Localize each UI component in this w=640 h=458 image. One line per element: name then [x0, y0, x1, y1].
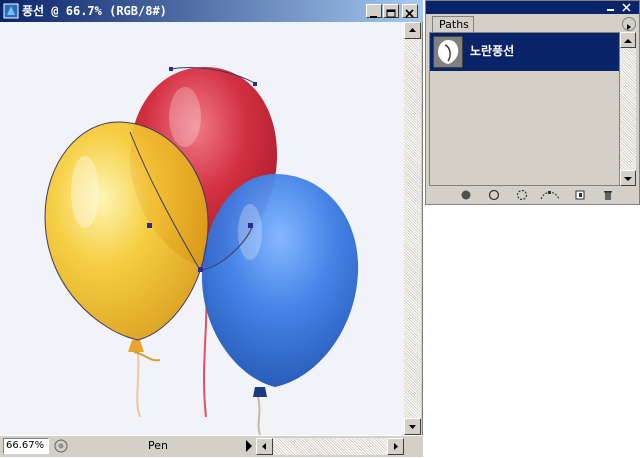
- scroll-down-button[interactable]: [620, 170, 636, 186]
- document-window: 풍선 @ 66.7% (RGB/8#) 66.67% Pen: [0, 0, 423, 457]
- close-icon[interactable]: [622, 3, 632, 12]
- list-item[interactable]: 노란풍선: [430, 33, 619, 71]
- status-bar: 66.67% Pen: [0, 435, 423, 457]
- arrow-up-icon: [624, 39, 632, 43]
- minimize-button[interactable]: [366, 4, 382, 18]
- arrow-left-icon: [262, 443, 266, 450]
- arrow-up-icon: [409, 28, 416, 32]
- scroll-right-button[interactable]: [387, 438, 404, 455]
- scroll-up-button[interactable]: [620, 32, 636, 48]
- zoom-field[interactable]: 66.67%: [3, 438, 49, 454]
- make-work-path-icon[interactable]: [540, 189, 560, 201]
- document-title: 풍선 @ 66.7% (RGB/8#): [22, 4, 167, 18]
- new-path-icon[interactable]: [574, 189, 586, 201]
- paths-panel: Paths 노란풍선: [425, 0, 640, 205]
- arrow-right-icon: [394, 443, 398, 450]
- close-button[interactable]: [402, 4, 418, 18]
- status-info-icon[interactable]: [53, 438, 69, 454]
- panel-titlebar[interactable]: [426, 1, 639, 14]
- paths-list: 노란풍선: [429, 32, 620, 186]
- arrow-down-icon: [624, 177, 632, 181]
- close-icon: [405, 9, 414, 18]
- maximize-icon: [386, 9, 396, 18]
- panel-footer: [426, 186, 639, 204]
- scroll-up-button[interactable]: [404, 22, 421, 39]
- maximize-button[interactable]: [383, 4, 399, 18]
- minimize-icon[interactable]: [606, 3, 616, 12]
- document-titlebar[interactable]: 풍선 @ 66.7% (RGB/8#): [0, 0, 423, 22]
- scroll-down-button[interactable]: [404, 418, 421, 435]
- load-selection-icon[interactable]: [516, 189, 528, 201]
- scroll-left-button[interactable]: [256, 438, 273, 455]
- panel-menu-button[interactable]: [622, 17, 636, 31]
- balloon-shape-icon: [434, 37, 462, 67]
- image-canvas[interactable]: [0, 22, 404, 435]
- photoshop-icon: [3, 3, 19, 19]
- horizontal-scrollbar[interactable]: [256, 438, 404, 455]
- balloon-image: [44, 67, 359, 435]
- vertical-scrollbar[interactable]: [404, 22, 421, 435]
- minimize-icon: [370, 16, 377, 18]
- fill-path-icon[interactable]: [460, 189, 472, 201]
- stroke-path-icon[interactable]: [488, 189, 500, 201]
- arrow-down-icon: [409, 425, 416, 429]
- current-tool-label: Pen: [148, 439, 168, 452]
- delete-path-icon[interactable]: [602, 189, 614, 201]
- tab-paths[interactable]: Paths: [432, 16, 474, 32]
- panel-scrollbar[interactable]: [620, 32, 636, 186]
- path-name: 노란풍선: [470, 44, 515, 58]
- path-thumbnail: [433, 36, 463, 68]
- status-menu-arrow-icon[interactable]: [246, 440, 252, 452]
